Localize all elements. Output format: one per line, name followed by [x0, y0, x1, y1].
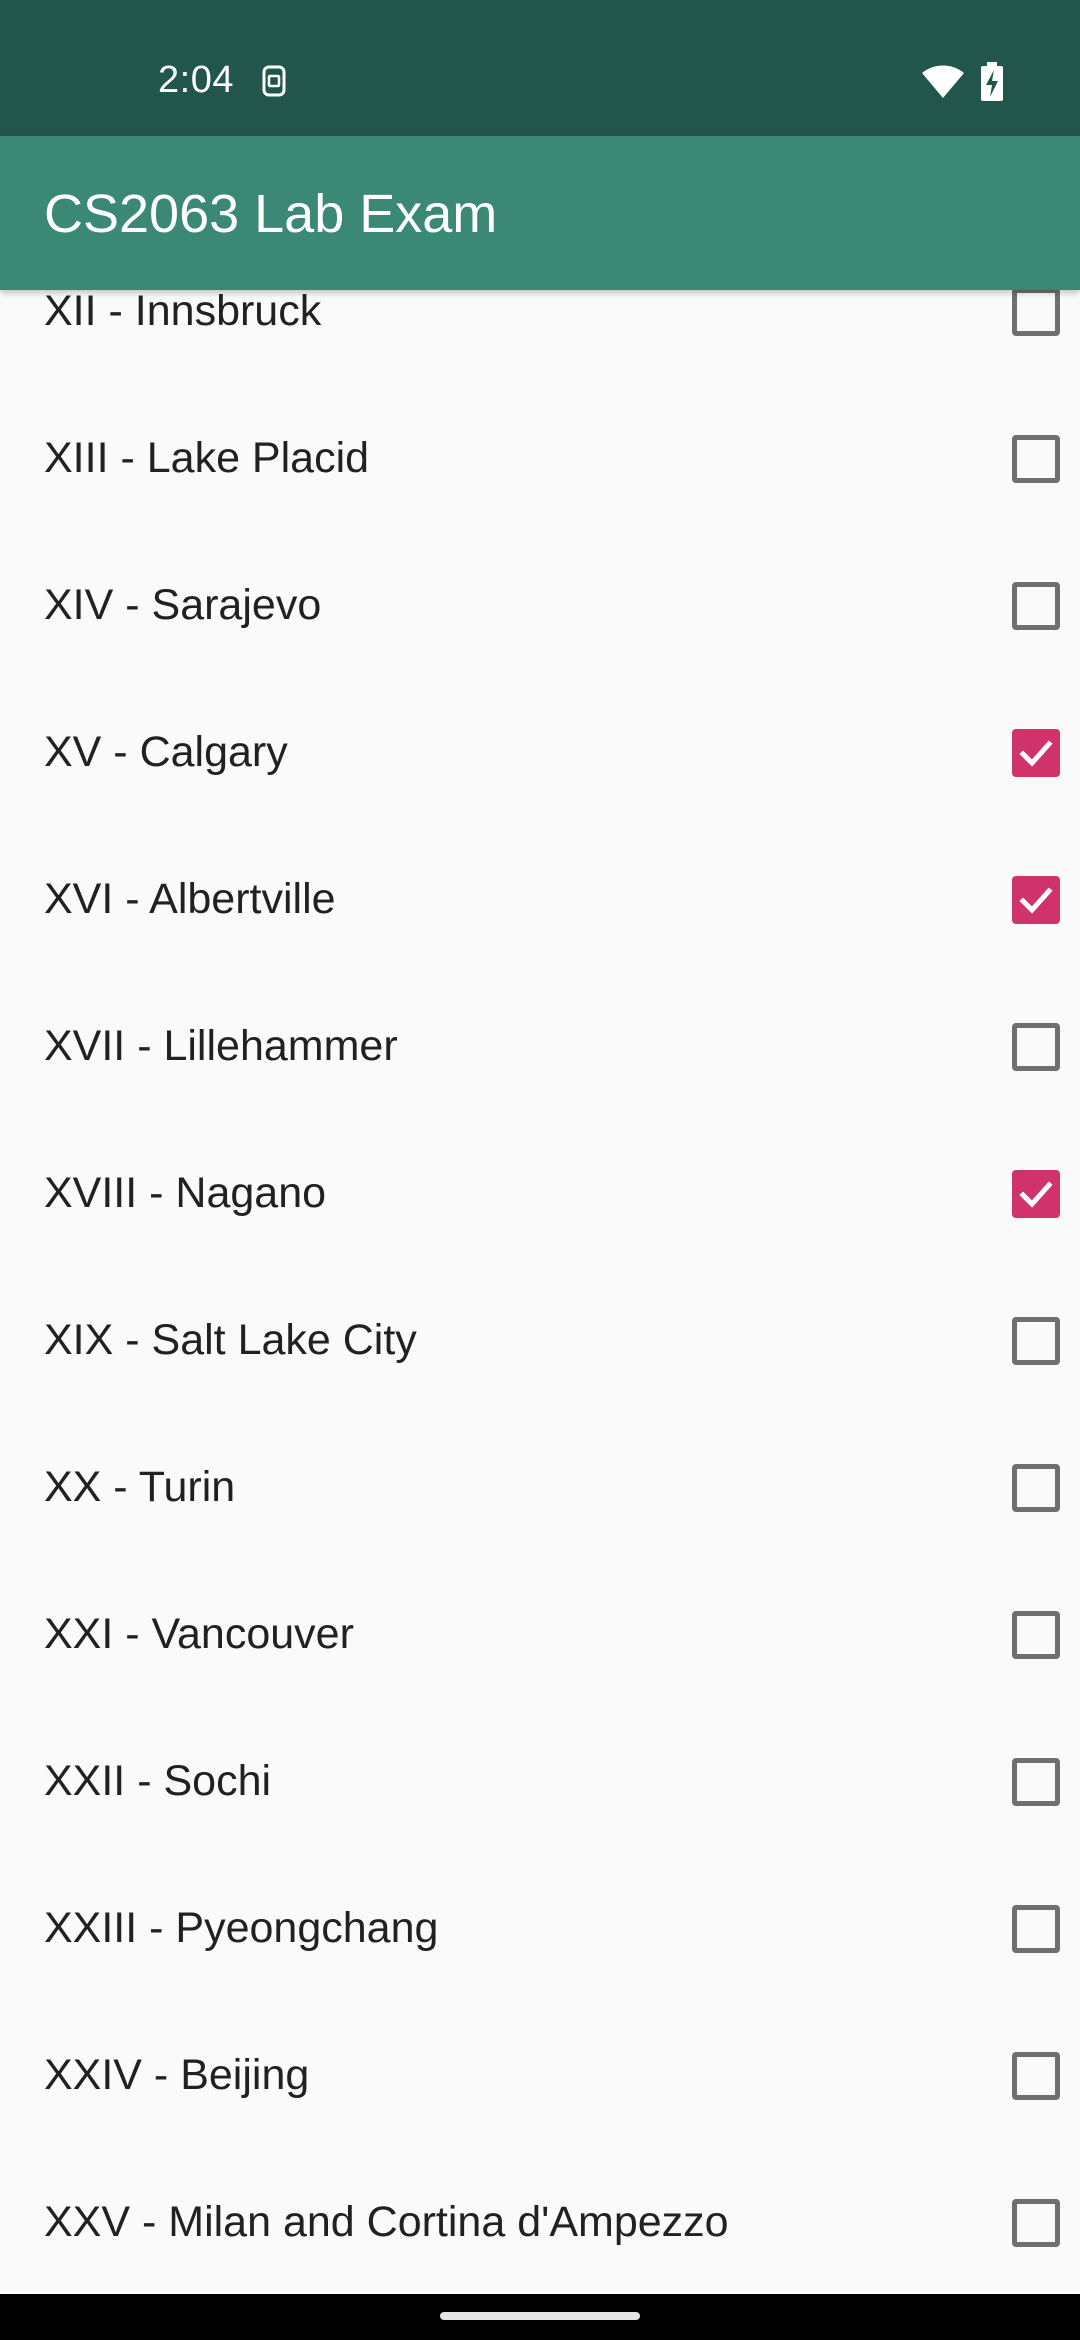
checkmark-icon: [1019, 887, 1053, 914]
list-item[interactable]: XII - Innsbruck: [0, 290, 1080, 385]
list-item[interactable]: XVII - Lillehammer: [0, 973, 1080, 1120]
checkbox[interactable]: [1012, 2199, 1060, 2247]
wifi-icon: [922, 65, 964, 98]
list-item[interactable]: XXIV - Beijing: [0, 2002, 1080, 2149]
checkbox[interactable]: [1012, 1905, 1060, 1953]
list-item-label: XIX - Salt Lake City: [44, 1316, 417, 1364]
list-item-label: XVII - Lillehammer: [44, 1022, 398, 1070]
list-item[interactable]: XXV - Milan and Cortina d'Ampezzo: [0, 2149, 1080, 2294]
list-item-label: XIV - Sarajevo: [44, 581, 322, 629]
gesture-handle[interactable]: [440, 2312, 640, 2320]
app-bar: CS2063 Lab Exam: [0, 136, 1080, 290]
checkbox[interactable]: [1012, 2052, 1060, 2100]
list-item[interactable]: XXI - Vancouver: [0, 1561, 1080, 1708]
list-item-label: XXIII - Pyeongchang: [44, 1904, 439, 1952]
checkmark-icon: [1019, 740, 1053, 767]
olympics-list[interactable]: XII - Innsbruck XIII - Lake Placid XIV - S…: [0, 290, 1080, 2294]
list-item-label: XXV - Milan and Cortina d'Ampezzo: [44, 2198, 729, 2246]
list-item-label: XII - Innsbruck: [44, 290, 322, 335]
sim-card-icon: [262, 65, 286, 97]
navigation-bar: [0, 2294, 1080, 2340]
status-bar: 2:04: [0, 0, 1080, 136]
list-item[interactable]: XIII - Lake Placid: [0, 385, 1080, 532]
checkbox[interactable]: [1012, 290, 1060, 336]
list-container: XII - Innsbruck XIII - Lake Placid XIV - S…: [0, 290, 1080, 2294]
list-item[interactable]: XX - Turin: [0, 1414, 1080, 1561]
checkbox[interactable]: [1012, 1170, 1060, 1218]
checkbox[interactable]: [1012, 1464, 1060, 1512]
checkbox[interactable]: [1012, 582, 1060, 630]
checkbox[interactable]: [1012, 1758, 1060, 1806]
list-item[interactable]: XV - Calgary: [0, 679, 1080, 826]
list-item[interactable]: XVIII - Nagano: [0, 1120, 1080, 1267]
list-item-label: XX - Turin: [44, 1463, 236, 1511]
checkbox[interactable]: [1012, 729, 1060, 777]
checkmark-icon: [1019, 1181, 1053, 1208]
app-title: CS2063 Lab Exam: [44, 184, 498, 244]
list-item-label: XVI - Albertville: [44, 875, 336, 923]
status-time: 2:04: [158, 59, 234, 101]
list-item[interactable]: XXIII - Pyeongchang: [0, 1855, 1080, 2002]
list-item[interactable]: XVI - Albertville: [0, 826, 1080, 973]
checkbox[interactable]: [1012, 1023, 1060, 1071]
list-item-label: XXIV - Beijing: [44, 2051, 310, 2099]
list-item[interactable]: XIX - Salt Lake City: [0, 1267, 1080, 1414]
checkbox[interactable]: [1012, 1611, 1060, 1659]
checkbox[interactable]: [1012, 1317, 1060, 1365]
list-item-label: XVIII - Nagano: [44, 1169, 327, 1217]
list-item-label: XXII - Sochi: [44, 1757, 272, 1805]
list-item[interactable]: XXII - Sochi: [0, 1708, 1080, 1855]
checkbox[interactable]: [1012, 876, 1060, 924]
battery-charging-icon: [981, 62, 1003, 101]
list-item-label: XV - Calgary: [44, 728, 288, 776]
list-item-label: XXI - Vancouver: [44, 1610, 354, 1658]
checkbox[interactable]: [1012, 435, 1060, 483]
list-item-label: XIII - Lake Placid: [44, 434, 370, 482]
list-item[interactable]: XIV - Sarajevo: [0, 532, 1080, 679]
